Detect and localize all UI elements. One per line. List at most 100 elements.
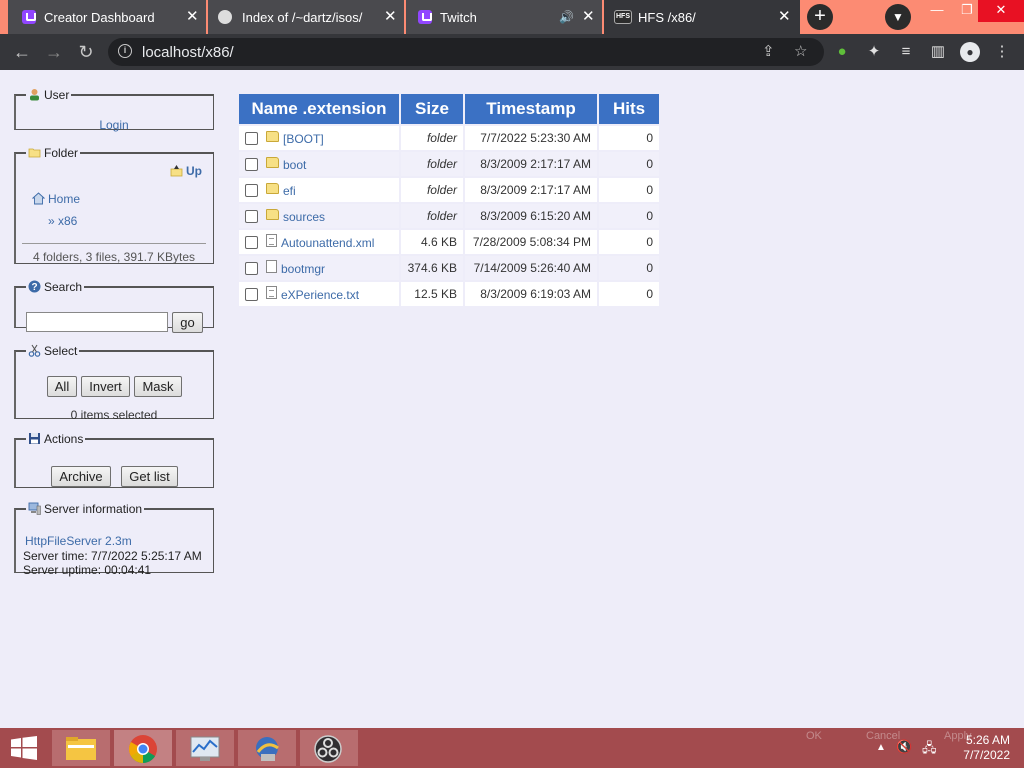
- taskbar-file-explorer[interactable]: [52, 730, 110, 766]
- file-table: Name .extension Size Timestamp Hits [BOO…: [237, 92, 661, 308]
- search-input[interactable]: [26, 312, 168, 332]
- file-name-link[interactable]: boot: [283, 158, 306, 172]
- network-icon[interactable]: 🖧: [922, 739, 937, 761]
- file-icon: [266, 234, 277, 247]
- current-folder-link[interactable]: » x86: [48, 214, 77, 228]
- svg-text:?: ?: [31, 282, 37, 293]
- close-icon[interactable]: ✕: [384, 8, 397, 26]
- timestamp-cell: 8/3/2009 6:19:03 AM: [465, 282, 597, 306]
- taskbar-chrome[interactable]: [114, 730, 172, 766]
- show-hidden-icons-chevron-icon[interactable]: ▲: [876, 742, 886, 753]
- info-icon[interactable]: i: [118, 44, 132, 58]
- invert-selection-button[interactable]: Invert: [81, 376, 130, 397]
- file-name-link[interactable]: sources: [283, 210, 325, 224]
- taskbar-performance-monitor[interactable]: [176, 730, 234, 766]
- file-name-link[interactable]: Autounattend.xml: [281, 236, 374, 250]
- url-text[interactable]: localhost/x86/: [142, 44, 234, 61]
- save-disk-icon: [28, 432, 41, 445]
- table-row[interactable]: [BOOT] folder 7/7/2022 5:23:30 AM 0: [239, 126, 659, 150]
- address-bar[interactable]: i localhost/x86/ ⇪ ☆: [108, 38, 824, 66]
- table-row[interactable]: Autounattend.xml 4.6 KB 7/28/2009 5:08:34 …: [239, 230, 659, 254]
- name-cell: eXPerience.txt: [239, 282, 399, 306]
- select-all-button[interactable]: All: [47, 376, 77, 397]
- profile-avatar-icon[interactable]: ●: [960, 42, 980, 62]
- extension-globe-icon[interactable]: ●: [832, 42, 852, 62]
- media-control-icon[interactable]: ≡: [896, 42, 916, 62]
- close-icon[interactable]: ✕: [778, 8, 791, 26]
- up-link[interactable]: Up: [170, 164, 202, 178]
- table-row[interactable]: boot folder 8/3/2009 2:17:17 AM 0: [239, 152, 659, 176]
- volume-muted-icon[interactable]: 🔇: [896, 739, 912, 755]
- file-name-link[interactable]: bootmgr: [281, 262, 325, 276]
- tab-hfs-x86[interactable]: HFS HFS /x86/ ✕: [604, 0, 800, 34]
- file-name-link[interactable]: [BOOT]: [283, 132, 324, 146]
- tab-index-dartz-isos[interactable]: Index of /~dartz/isos/ ✕: [208, 0, 404, 34]
- name-cell: boot: [239, 152, 399, 176]
- folder-icon: [266, 182, 279, 194]
- row-checkbox[interactable]: [245, 236, 258, 249]
- close-icon[interactable]: ✕: [582, 8, 595, 26]
- file-name-link[interactable]: eXPerience.txt: [281, 288, 359, 302]
- tab-search-button[interactable]: ▼: [885, 4, 911, 30]
- divider: [22, 243, 206, 244]
- row-checkbox[interactable]: [245, 209, 258, 223]
- size-cell: 12.5 KB: [401, 282, 463, 306]
- size-cell: 4.6 KB: [401, 230, 463, 254]
- file-icon: [266, 286, 277, 299]
- search-legend: ? Search: [26, 280, 84, 294]
- table-row[interactable]: eXPerience.txt 12.5 KB 8/3/2009 6:19:03 AM…: [239, 282, 659, 306]
- up-link-label[interactable]: Up: [186, 164, 202, 178]
- column-header-timestamp[interactable]: Timestamp: [465, 94, 597, 124]
- column-header-hits[interactable]: Hits: [599, 94, 659, 124]
- server-info-legend-text: Server information: [44, 502, 143, 516]
- table-row[interactable]: bootmgr 374.6 KB 7/14/2009 5:26:40 AM 0: [239, 256, 659, 280]
- hfs-version-link[interactable]: HttpFileServer 2.3m: [25, 534, 132, 548]
- row-checkbox[interactable]: [245, 183, 258, 197]
- actions-panel: Actions Archive Get list: [14, 432, 214, 488]
- folder-icon: [266, 130, 279, 142]
- minimize-button[interactable]: —: [920, 0, 954, 22]
- login-link[interactable]: Login: [99, 118, 128, 132]
- selection-status: 0 items selected: [70, 408, 158, 422]
- performance-monitor-icon: [190, 736, 220, 761]
- close-icon[interactable]: ✕: [186, 8, 199, 26]
- side-panel-icon[interactable]: ▥: [928, 42, 948, 62]
- reload-button[interactable]: ↻: [74, 40, 98, 64]
- clock[interactable]: 5:26 AM 7/7/2022: [950, 733, 1010, 763]
- get-list-button[interactable]: Get list: [121, 466, 178, 487]
- clock-time: 5:26 AM: [965, 733, 1010, 747]
- setup-app-icon: [256, 737, 279, 761]
- share-icon[interactable]: ⇪: [762, 42, 775, 60]
- tab-creator-dashboard[interactable]: Creator Dashboard ✕: [8, 0, 206, 34]
- home-link-label[interactable]: Home: [48, 192, 80, 206]
- file-icon: [266, 260, 277, 273]
- go-button[interactable]: go: [172, 312, 203, 333]
- archive-button[interactable]: Archive: [51, 466, 111, 487]
- column-header-name[interactable]: Name .extension: [239, 94, 399, 124]
- back-button[interactable]: ←: [10, 40, 34, 64]
- bookmark-star-icon[interactable]: ☆: [794, 42, 807, 60]
- tab-twitch[interactable]: Twitch 🔊 ✕: [406, 0, 602, 34]
- speaker-icon[interactable]: 🔊: [559, 8, 574, 26]
- folder-icon: [266, 208, 279, 220]
- home-link[interactable]: Home: [31, 192, 80, 206]
- table-row[interactable]: efi folder 8/3/2009 2:17:17 AM 0: [239, 178, 659, 202]
- window-close-button[interactable]: ✕: [978, 0, 1024, 22]
- file-name-link[interactable]: efi: [283, 184, 296, 198]
- start-button[interactable]: [0, 728, 48, 768]
- column-header-size[interactable]: Size: [401, 94, 463, 124]
- table-row[interactable]: sources folder 8/3/2009 6:15:20 AM 0: [239, 204, 659, 228]
- timestamp-cell: 8/3/2009 6:15:20 AM: [465, 204, 597, 228]
- taskbar-obs[interactable]: [300, 730, 358, 766]
- row-checkbox[interactable]: [245, 262, 258, 275]
- row-checkbox[interactable]: [245, 157, 258, 171]
- extensions-puzzle-icon[interactable]: ✦: [864, 42, 884, 62]
- new-tab-button[interactable]: +: [807, 4, 833, 30]
- row-checkbox[interactable]: [245, 288, 258, 301]
- menu-kebab-icon[interactable]: ⋮: [992, 42, 1012, 62]
- mask-button[interactable]: Mask: [134, 376, 182, 397]
- row-checkbox[interactable]: [245, 131, 258, 145]
- taskbar-setup-app[interactable]: [238, 730, 296, 766]
- forward-button[interactable]: →: [42, 40, 66, 64]
- page-content: User Login Folder Up Home » x86 4 folder…: [0, 70, 1024, 728]
